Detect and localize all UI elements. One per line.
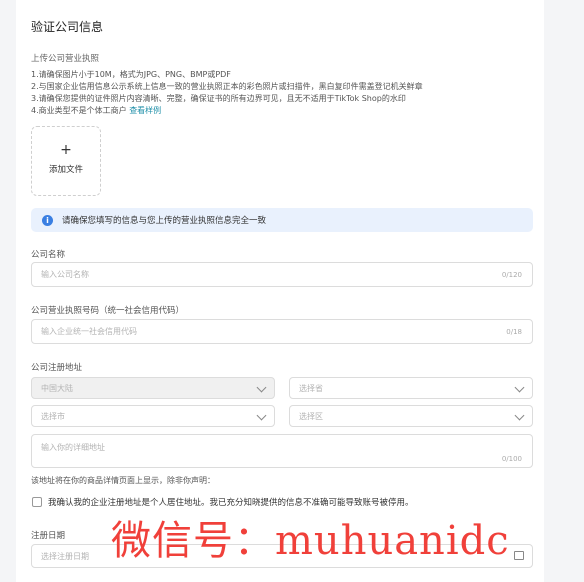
info-icon: i [42, 215, 53, 226]
rule-4-text: 4.商业类型不是个体工商户 [31, 106, 127, 115]
address-detail-placeholder: 输入你的详细地址 [41, 443, 105, 452]
chevron-down-icon [256, 382, 267, 393]
city-select[interactable]: 选择市 [31, 405, 275, 427]
city-placeholder: 选择市 [41, 412, 65, 421]
rule-1: 1.请确保图片小于10M，格式为JPG、PNG、BMP或PDF [31, 70, 231, 79]
license-number-label: 公司营业执照号码（统一社会信用代码） [31, 306, 185, 316]
verify-company-panel: 验证公司信息 上传公司营业执照 1.请确保图片小于10M，格式为JPG、PNG、… [16, 0, 544, 582]
confirm-text: 我确认我的企业注册地址是个人居住地址。我已充分知晓提供的信息不准确可能导致账号被… [48, 498, 414, 508]
rule-2: 2.与国家企业信用信息公示系统上信息一致的营业执照正本的彩色照片或扫描件，黑白复… [31, 82, 423, 91]
calendar-icon [514, 551, 524, 560]
chevron-down-icon [514, 382, 525, 393]
address-label: 公司注册地址 [31, 363, 83, 373]
license-number-placeholder: 输入企业统一社会信用代码 [41, 327, 137, 336]
province-select[interactable]: 选择省 [289, 377, 533, 399]
company-name-placeholder: 输入公司名称 [41, 270, 89, 279]
license-number-input[interactable]: 输入企业统一社会信用代码 0/18 [31, 319, 533, 344]
add-file-label: 添加文件 [48, 165, 83, 175]
add-file-button[interactable]: + 添加文件 [31, 126, 101, 196]
country-value: 中国大陆 [41, 384, 73, 393]
rule-3: 3.请确保您提供的证件照片内容清晰、完整，确保证书的所有边界可见，且无不适用于T… [31, 94, 406, 103]
license-number-counter: 0/18 [506, 328, 522, 336]
info-notice: i 请确保您填写的信息与您上传的营业执照信息完全一致 [31, 208, 533, 232]
chevron-down-icon [256, 410, 267, 421]
notice-text: 请确保您填写的信息与您上传的营业执照信息完全一致 [62, 216, 267, 226]
page-title: 验证公司信息 [31, 20, 104, 34]
country-select: 中国大陆 [31, 377, 275, 399]
watermark: 微信号：muhuanidc [111, 518, 510, 564]
company-name-counter: 0/120 [501, 271, 522, 279]
reg-date-placeholder: 选择注册日期 [41, 552, 89, 561]
plus-icon: + [60, 142, 72, 158]
address-detail-input[interactable]: 输入你的详细地址 0/100 [31, 434, 533, 468]
view-sample-link[interactable]: 查看样例 [129, 106, 161, 115]
confirm-checkbox[interactable] [32, 497, 42, 507]
upload-label: 上传公司营业执照 [31, 54, 100, 64]
rule-4: 4.商业类型不是个体工商户 查看样例 [31, 105, 161, 116]
company-name-label: 公司名称 [31, 250, 66, 260]
district-select[interactable]: 选择区 [289, 405, 533, 427]
district-placeholder: 选择区 [299, 412, 323, 421]
province-placeholder: 选择省 [299, 384, 323, 393]
address-detail-counter: 0/100 [501, 455, 522, 463]
chevron-down-icon [514, 410, 525, 421]
address-note: 该地址将在你的商品详情页面上显示，除非你声明： [31, 476, 215, 485]
company-name-input[interactable]: 输入公司名称 0/120 [31, 262, 533, 287]
reg-date-label: 注册日期 [31, 531, 66, 541]
